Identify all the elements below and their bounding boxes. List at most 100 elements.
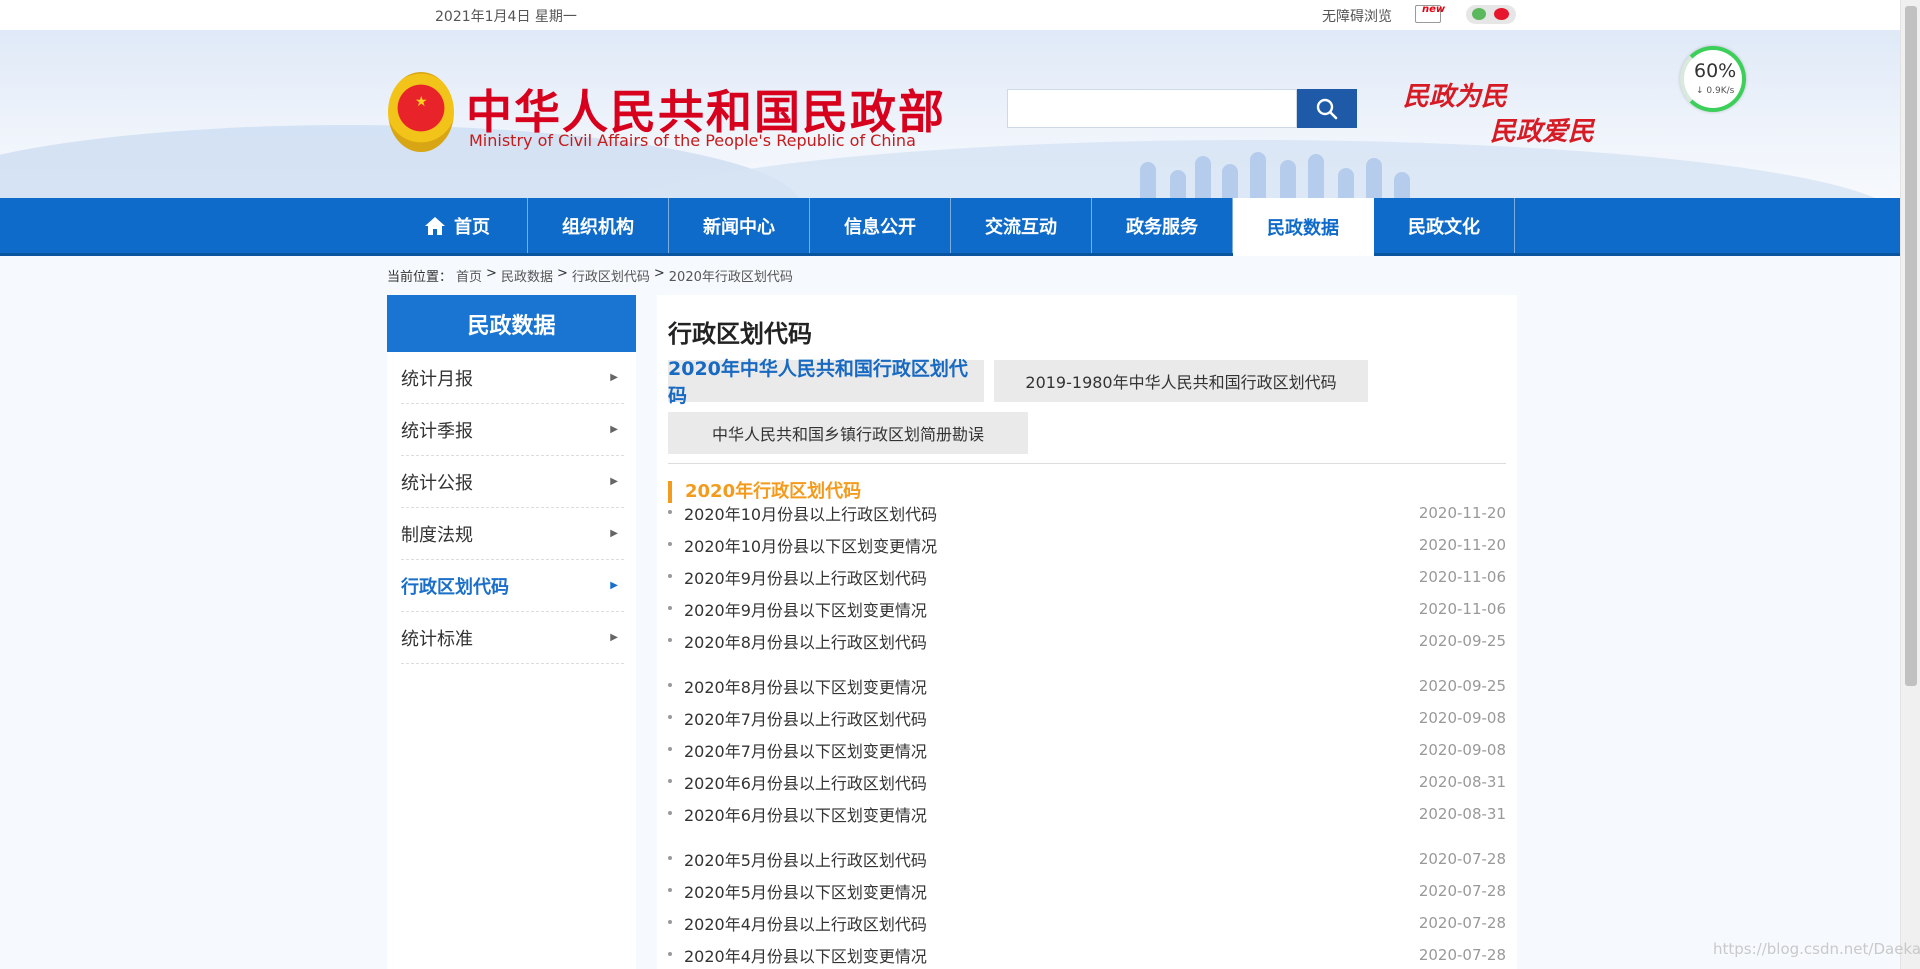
list-item-title[interactable]: 2020年6月份县以上行政区划代码: [668, 770, 927, 794]
list-item-title[interactable]: 2020年7月份县以上行政区划代码: [668, 706, 927, 730]
slogan-line-2: 民政爱民: [1490, 117, 1595, 147]
nav-item-culture[interactable]: 民政文化: [1374, 198, 1515, 253]
watermark-text: https://blog.csdn.net/Daeka: [1713, 940, 1920, 958]
nav-item-news[interactable]: 新闻中心: [669, 198, 810, 253]
nav-item-organization[interactable]: 组织机构: [528, 198, 669, 253]
speed-rate: ↓ 0.9K/s: [1696, 86, 1735, 96]
list-item[interactable]: 2020年4月份县以上行政区划代码 2020-07-28: [668, 908, 1506, 938]
list-item-title[interactable]: 2020年6月份县以下区划变更情况: [668, 802, 927, 826]
page-scrollbar[interactable]: [1900, 0, 1920, 969]
nav-item-info-disclosure[interactable]: 信息公开: [810, 198, 951, 253]
list-item-title[interactable]: 2020年8月份县以下区划变更情况: [668, 674, 927, 698]
list-item-title[interactable]: 2020年10月份县以上行政区划代码: [668, 501, 937, 525]
list-item-date: 2020-07-28: [1418, 914, 1506, 932]
header-banner: [0, 30, 1900, 200]
nav-item-label: 新闻中心: [703, 216, 775, 238]
list-item[interactable]: 2020年6月份县以上行政区划代码 2020-08-31: [668, 767, 1506, 797]
list-item[interactable]: 2020年5月份县以下区划变更情况 2020-07-28: [668, 876, 1506, 906]
national-emblem-icon[interactable]: ★: [388, 72, 454, 152]
list-item[interactable]: 2020年9月份县以下区划变更情况 2020-11-06: [668, 594, 1506, 624]
list-item-date: 2020-11-20: [1418, 504, 1506, 522]
sidebar-item-label: 统计标准: [401, 628, 473, 650]
accessibility-link[interactable]: 无障碍浏览: [1322, 6, 1392, 26]
list-item[interactable]: 2020年6月份县以下区划变更情况 2020-08-31: [668, 799, 1506, 829]
list-item[interactable]: 2020年7月份县以上行政区划代码 2020-09-08: [668, 703, 1506, 733]
list-item[interactable]: 2020年5月份县以上行政区划代码 2020-07-28: [668, 844, 1506, 874]
list-item-title[interactable]: 2020年10月份县以下区划变更情况: [668, 533, 937, 557]
list-item-date: 2020-07-28: [1418, 946, 1506, 964]
list-item-date: 2020-09-08: [1418, 709, 1506, 727]
chevron-right-icon: ▶: [610, 632, 618, 643]
list-item-date: 2020-11-06: [1418, 568, 1506, 586]
list-item-title[interactable]: 2020年4月份县以上行政区划代码: [668, 911, 927, 935]
nav-item-label: 首页: [454, 216, 490, 238]
nav-item-label: 民政文化: [1408, 216, 1480, 238]
tab-township-errata[interactable]: 中华人民共和国乡镇行政区划简册勘误: [668, 412, 1028, 454]
list-item-title[interactable]: 2020年4月份县以下区划变更情况: [668, 943, 927, 967]
list-item[interactable]: 2020年8月份县以下区划变更情况 2020-09-25: [668, 671, 1506, 701]
home-icon: [425, 216, 445, 235]
sidebar: 民政数据 统计月报 ▶ 统计季报 ▶ 统计公报 ▶ 制度法规 ▶ 行政区划代码 ▶ 统计标…: [387, 295, 636, 969]
main-content: 行政区划代码 2020年中华人民共和国行政区划代码 2019-1980年中华人民…: [657, 295, 1517, 969]
search-input[interactable]: [1007, 89, 1297, 128]
nav-item-label: 交流互动: [985, 216, 1057, 238]
nav-item-home[interactable]: 首页: [387, 198, 528, 253]
list-item-date: 2020-07-28: [1418, 882, 1506, 900]
list-item-title[interactable]: 2020年9月份县以上行政区划代码: [668, 565, 927, 589]
page-title: 行政区划代码: [668, 320, 812, 348]
sidebar-item-regulations[interactable]: 制度法规 ▶: [401, 508, 624, 560]
new-badge-icon[interactable]: new: [1415, 4, 1445, 23]
wechat-icon[interactable]: [1472, 8, 1486, 20]
list-item[interactable]: 2020年7月份县以下区划变更情况 2020-09-08: [668, 735, 1506, 765]
sidebar-item-standards[interactable]: 统计标准 ▶: [401, 612, 624, 664]
sidebar-item-label: 统计公报: [401, 472, 473, 494]
list-item-date: 2020-11-06: [1418, 600, 1506, 618]
list-item[interactable]: 2020年4月份县以下区划变更情况 2020-07-28: [668, 940, 1506, 969]
search-icon: [1316, 98, 1338, 119]
sidebar-item-label: 行政区划代码: [401, 576, 509, 598]
sidebar-item-division-codes[interactable]: 行政区划代码 ▶: [401, 560, 624, 612]
nav-item-interaction[interactable]: 交流互动: [951, 198, 1092, 253]
sidebar-item-quarterly-stats[interactable]: 统计季报 ▶: [401, 404, 624, 456]
breadcrumb-prefix: 当前位置：: [387, 270, 453, 285]
breadcrumb-link[interactable]: 行政区划代码: [572, 266, 650, 285]
list-item[interactable]: 2020年9月份县以上行政区划代码 2020-11-06: [668, 562, 1506, 592]
nav-item-label: 信息公开: [844, 216, 916, 238]
list-item[interactable]: 2020年8月份县以上行政区划代码 2020-09-25: [668, 626, 1506, 656]
speed-percent: 60%: [1694, 60, 1737, 82]
list-item[interactable]: 2020年10月份县以上行政区划代码 2020-11-20: [668, 498, 1506, 528]
breadcrumb-link[interactable]: 民政数据: [501, 266, 553, 285]
chevron-right-icon: ▶: [610, 372, 618, 383]
banner-people-silhouettes: [1140, 145, 1440, 200]
search-button[interactable]: [1297, 89, 1357, 128]
list-item-title[interactable]: 2020年8月份县以上行政区划代码: [668, 629, 927, 653]
list-item-date: 2020-08-31: [1418, 773, 1506, 791]
list-item-title[interactable]: 2020年5月份县以上行政区划代码: [668, 847, 927, 871]
network-speed-widget[interactable]: 60% ↓ 0.9K/s: [1680, 46, 1746, 112]
sidebar-item-stats-bulletin[interactable]: 统计公报 ▶: [401, 456, 624, 508]
chevron-right-icon: ▶: [610, 528, 618, 539]
list-item[interactable]: 2020年10月份县以下区划变更情况 2020-11-20: [668, 530, 1506, 560]
sidebar-item-monthly-stats[interactable]: 统计月报 ▶: [401, 352, 624, 404]
top-strip: 2021年1月4日 星期一 无障碍浏览 new: [0, 0, 1900, 30]
list-item-title[interactable]: 2020年5月份县以下区划变更情况: [668, 879, 927, 903]
nav-item-label: 民政数据: [1267, 218, 1339, 239]
main-nav: 首页 组织机构 新闻中心 信息公开 交流互动 政务服务 民政数据 民政文化: [0, 198, 1900, 256]
sidebar-item-label: 统计季报: [401, 420, 473, 442]
breadcrumb-link[interactable]: 首页: [456, 266, 482, 285]
breadcrumb-current[interactable]: 2020年行政区划代码: [669, 266, 793, 285]
nav-item-services[interactable]: 政务服务: [1092, 198, 1233, 253]
nav-item-data[interactable]: 民政数据: [1233, 198, 1374, 256]
breadcrumb: 当前位置： 首页 > 民政数据 > 行政区划代码 > 2020年行政区划代码: [387, 266, 793, 285]
tab-2020-codes[interactable]: 2020年中华人民共和国行政区划代码: [668, 358, 984, 407]
list-item-title[interactable]: 2020年9月份县以下区划变更情况: [668, 597, 927, 621]
list-item-date: 2020-09-25: [1418, 632, 1506, 650]
list-item-title[interactable]: 2020年7月份县以下区划变更情况: [668, 738, 927, 762]
weibo-icon[interactable]: [1494, 8, 1509, 20]
list-item-date: 2020-08-31: [1418, 805, 1506, 823]
scrollbar-thumb[interactable]: [1905, 6, 1917, 686]
slogan-line-1: 民政为民: [1403, 82, 1508, 112]
current-date: 2021年1月4日 星期一: [435, 9, 577, 25]
list-item-date: 2020-09-08: [1418, 741, 1506, 759]
tab-2019-1980-codes[interactable]: 2019-1980年中华人民共和国行政区划代码: [994, 360, 1368, 402]
